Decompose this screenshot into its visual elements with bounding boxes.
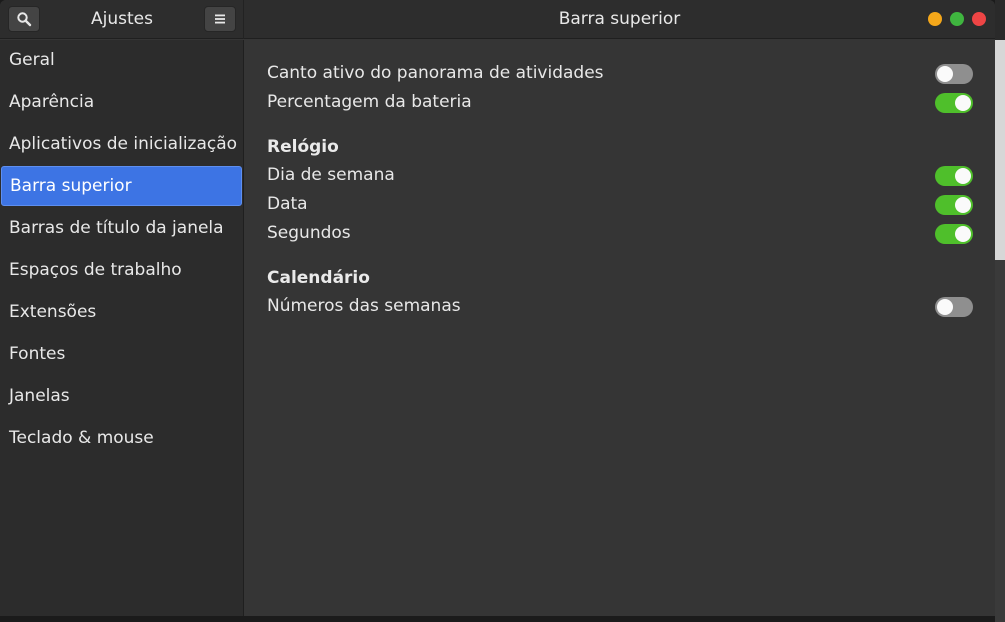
maximize-button[interactable]: [950, 12, 964, 26]
sidebar-item-barras-titulo[interactable]: Barras de título da janela: [0, 208, 244, 248]
desktop-background: [995, 0, 1005, 622]
minimize-button[interactable]: [928, 12, 942, 26]
sidebar-item-label: Aparência: [9, 92, 95, 112]
setting-label: Data: [267, 194, 308, 214]
sidebar-item-geral[interactable]: Geral: [0, 40, 244, 80]
section-title-clock: Relógio: [267, 137, 339, 157]
switch-knob: [937, 299, 953, 315]
setting-row-weekday: Dia de semana: [267, 162, 973, 190]
menu-button[interactable]: [204, 6, 236, 32]
sidebar-item-label: Janelas: [9, 386, 70, 406]
search-icon: [17, 12, 32, 27]
setting-label: Números das semanas: [267, 296, 461, 316]
weekday-switch[interactable]: [935, 166, 973, 186]
desktop-window-edge-dark: [995, 260, 1005, 622]
hot-corner-switch[interactable]: [935, 64, 973, 84]
sidebar-item-label: Geral: [9, 50, 55, 70]
setting-label: Dia de semana: [267, 165, 395, 185]
setting-label: Canto ativo do panorama de atividades: [267, 63, 604, 83]
setting-label: Percentagem da bateria: [267, 92, 472, 112]
sidebar-item-label: Teclado & mouse: [9, 428, 154, 448]
sidebar-item-teclado-mouse[interactable]: Teclado & mouse: [0, 418, 244, 458]
setting-row-hot-corner: Canto ativo do panorama de atividades: [267, 60, 973, 88]
sidebar-item-aplicativos-inicializacao[interactable]: Aplicativos de inicialização: [0, 124, 244, 164]
tweaks-window: Ajustes Barra superior Geral Aparência A…: [0, 0, 995, 616]
setting-label: Segundos: [267, 223, 351, 243]
sidebar-item-label: Espaços de trabalho: [9, 260, 182, 280]
sidebar-item-label: Barras de título da janela: [9, 218, 224, 238]
sidebar-item-fontes[interactable]: Fontes: [0, 334, 244, 374]
setting-row-week-numbers: Números das semanas: [267, 293, 973, 321]
app-title: Ajustes: [91, 9, 153, 29]
sidebar-item-barra-superior[interactable]: Barra superior: [1, 166, 242, 206]
close-button[interactable]: [972, 12, 986, 26]
setting-row-battery-percentage: Percentagem da bateria: [267, 89, 973, 117]
switch-knob: [955, 95, 971, 111]
seconds-switch[interactable]: [935, 224, 973, 244]
sidebar-item-label: Fontes: [9, 344, 66, 364]
sidebar-item-label: Barra superior: [10, 176, 132, 196]
setting-row-seconds: Segundos: [267, 220, 973, 248]
header-bar: Ajustes Barra superior: [0, 0, 995, 39]
date-switch[interactable]: [935, 195, 973, 215]
sidebar-item-janelas[interactable]: Janelas: [0, 376, 244, 416]
hamburger-menu-icon: [215, 14, 225, 24]
setting-row-date: Data: [267, 191, 973, 219]
sidebar-item-aparencia[interactable]: Aparência: [0, 82, 244, 122]
section-title-calendar: Calendário: [267, 268, 370, 288]
sidebar: Geral Aparência Aplicativos de inicializ…: [0, 40, 244, 616]
switch-knob: [937, 66, 953, 82]
switch-knob: [955, 226, 971, 242]
settings-panel: Canto ativo do panorama de atividades Pe…: [245, 40, 995, 616]
page-title: Barra superior: [558, 9, 681, 29]
sidebar-header: Ajustes: [0, 0, 244, 39]
search-button[interactable]: [8, 6, 40, 32]
week-numbers-switch[interactable]: [935, 297, 973, 317]
desktop-window-edge: [995, 40, 1005, 260]
switch-knob: [955, 168, 971, 184]
sidebar-item-label: Aplicativos de inicialização: [9, 134, 238, 154]
switch-knob: [955, 197, 971, 213]
sidebar-item-extensoes[interactable]: Extensões: [0, 292, 244, 332]
sidebar-item-espacos-trabalho[interactable]: Espaços de trabalho: [0, 250, 244, 290]
battery-percentage-switch[interactable]: [935, 93, 973, 113]
sidebar-item-label: Extensões: [9, 302, 97, 322]
